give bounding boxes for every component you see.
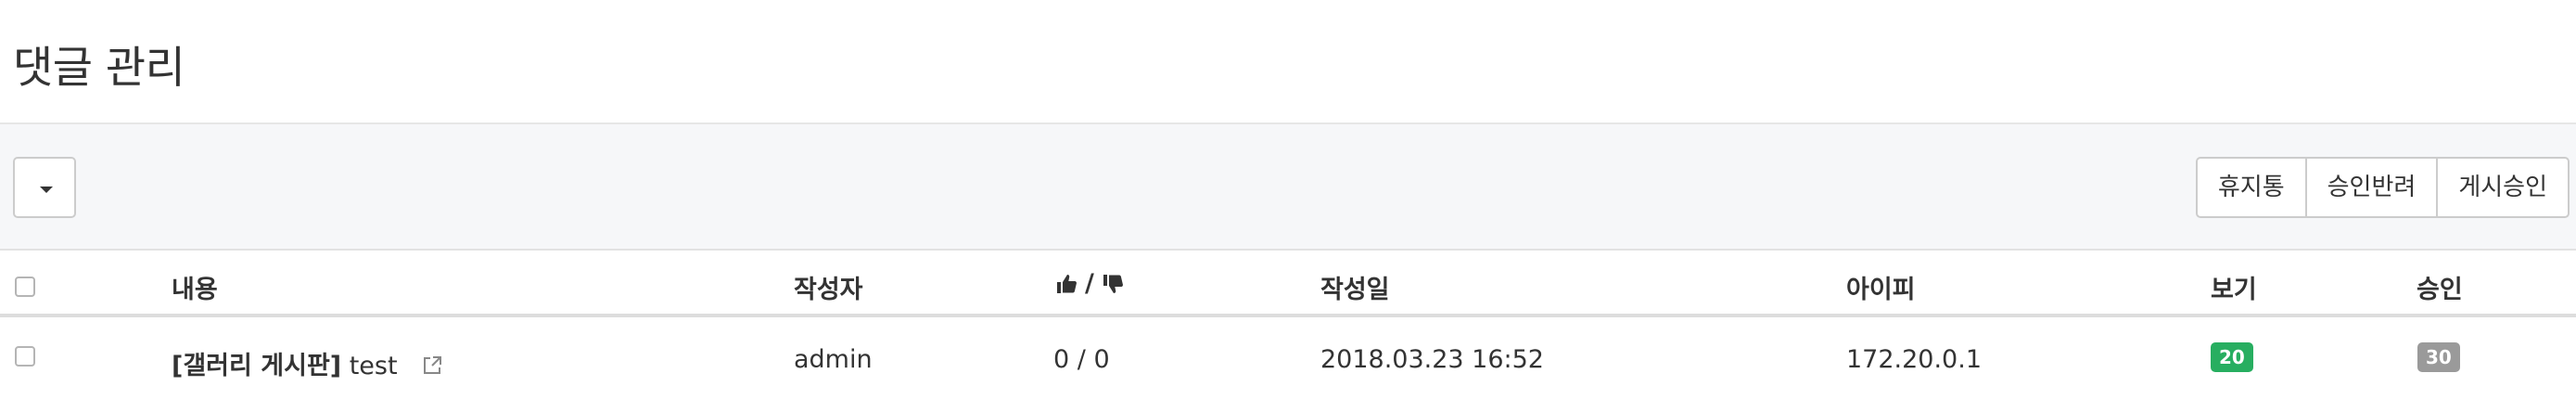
- comment-content[interactable]: [갤러리 게시판] test: [172, 345, 442, 381]
- comment-text: test: [349, 352, 398, 380]
- views-cell: 20: [2211, 341, 2253, 372]
- column-likes[interactable]: /: [1055, 269, 1124, 298]
- column-approval[interactable]: 승인: [2417, 269, 2463, 305]
- likes-separator: /: [1085, 269, 1094, 298]
- approval-badge: 30: [2417, 342, 2460, 372]
- ip-cell: 172.20.0.1: [1846, 345, 1982, 374]
- trash-button[interactable]: 휴지통: [2195, 157, 2307, 218]
- table-header: 내용 작성자 / 작성일 아이피 보기 승인: [0, 251, 2576, 317]
- external-link-icon[interactable]: [422, 355, 442, 376]
- bulk-action-dropdown[interactable]: [13, 157, 76, 218]
- likes-cell: 0 / 0: [1053, 345, 1110, 374]
- column-author[interactable]: 작성자: [794, 269, 863, 305]
- author-cell: admin: [794, 345, 873, 374]
- views-badge: 20: [2211, 342, 2253, 372]
- date-cell: 2018.03.23 16:52: [1320, 345, 1544, 374]
- column-views[interactable]: 보기: [2211, 269, 2257, 305]
- approve-post-button[interactable]: 게시승인: [2436, 157, 2570, 218]
- approval-cell: 30: [2417, 341, 2460, 372]
- table-row: [갤러리 게시판] test admin 0 / 0 2018.03.23 16…: [0, 317, 2576, 399]
- thumbs-up-icon: [1057, 274, 1077, 293]
- reject-approval-button[interactable]: 승인반려: [2304, 157, 2439, 218]
- toolbar: 휴지통 승인반려 게시승인: [0, 122, 2576, 251]
- page-title: 댓글 관리: [13, 43, 185, 94]
- select-all-checkbox[interactable]: [15, 277, 35, 297]
- board-name: [갤러리 게시판]: [172, 352, 342, 380]
- column-ip[interactable]: 아이피: [1846, 269, 1916, 305]
- row-checkbox[interactable]: [15, 346, 35, 367]
- caret-down-icon: [40, 187, 53, 193]
- thumbs-down-icon: [1103, 274, 1123, 293]
- column-date[interactable]: 작성일: [1320, 269, 1390, 305]
- column-content[interactable]: 내용: [172, 269, 218, 305]
- action-button-group: 휴지통 승인반려 게시승인: [2195, 157, 2570, 218]
